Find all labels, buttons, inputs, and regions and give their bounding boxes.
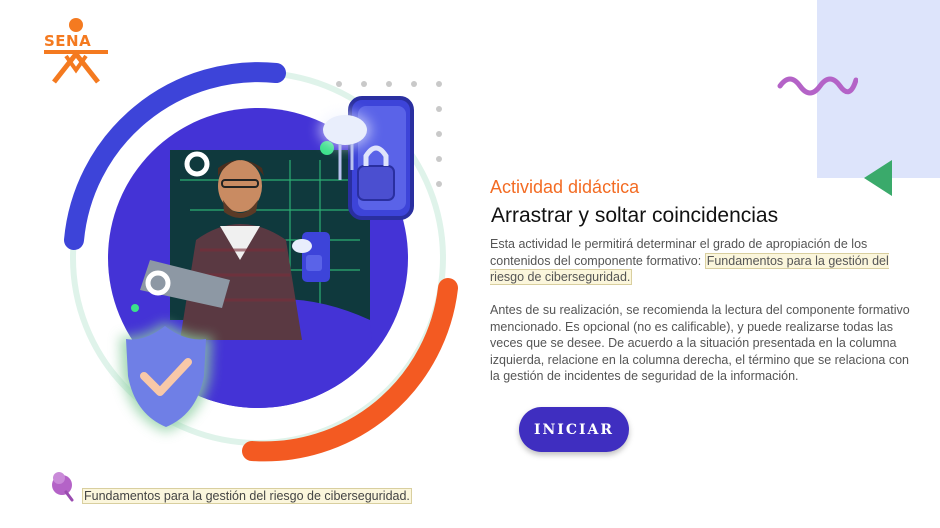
start-button[interactable]: INICIAR [519,407,629,452]
wave-decoration-icon [777,76,858,96]
pin-icon [52,472,74,502]
intro-paragraph: Esta actividad le permitirá determinar e… [490,236,915,286]
footer-component-label: Fundamentos para la gestión del riesgo d… [82,488,412,504]
triangle-decoration-icon [864,160,892,196]
page-title: Arrastrar y soltar coincidencias [491,204,779,227]
activity-subtitle: Actividad didáctica [490,177,640,197]
cybersecurity-illustration [64,62,458,462]
instructions-paragraph: Antes de su realización, se recomienda l… [490,303,910,384]
